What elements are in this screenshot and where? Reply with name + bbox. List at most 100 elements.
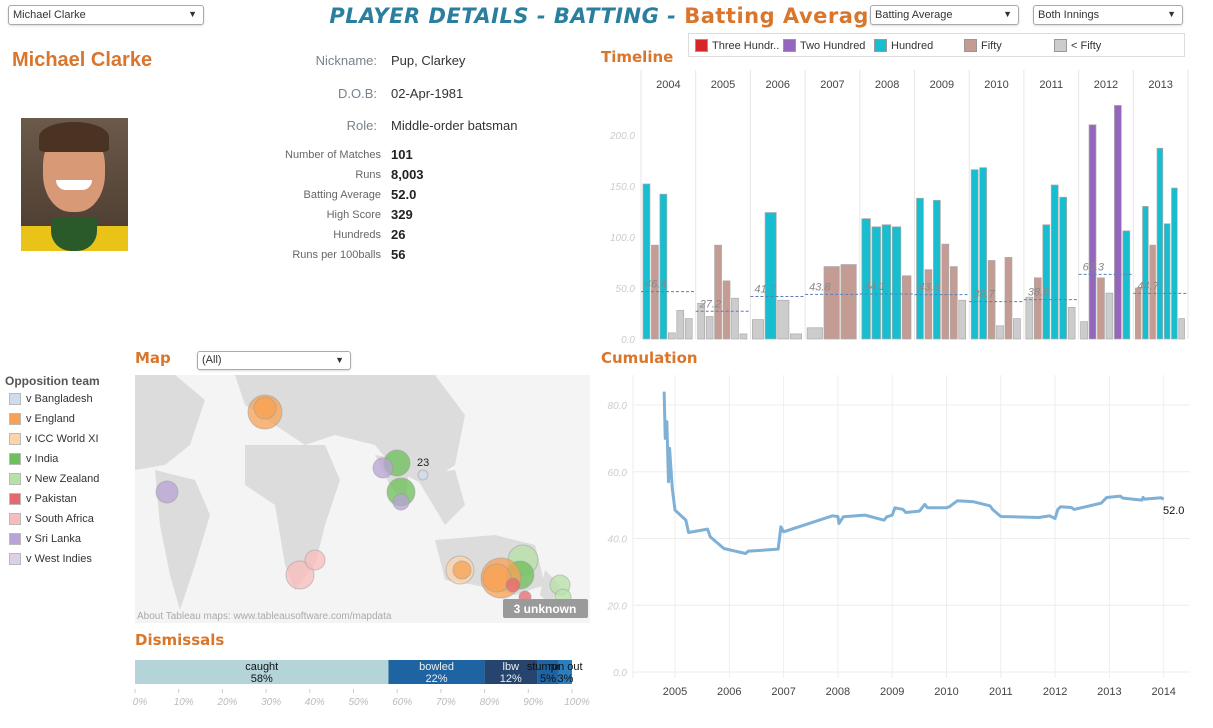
innings-bar: [1163, 223, 1171, 340]
opposition-item[interactable]: v New Zealand: [9, 473, 99, 485]
stat-label: Runs per 100balls: [292, 249, 381, 261]
year-header: 2005: [711, 79, 735, 91]
innings-bar: [1013, 318, 1021, 340]
innings-bar: [970, 169, 979, 340]
opposition-item[interactable]: v India: [9, 453, 58, 465]
legend-item[interactable]: Two Hundred: [783, 39, 865, 52]
innings-bar: [739, 333, 748, 340]
innings-bar: [752, 319, 764, 340]
legend-swatch: [9, 513, 21, 525]
y-tick-label: 150.0: [610, 182, 635, 193]
legend-swatch: [783, 39, 796, 52]
map-attribution[interactable]: About Tableau maps: www.tableausoftware.…: [137, 611, 392, 622]
opposition-item[interactable]: v England: [9, 413, 75, 425]
innings-bar: [958, 299, 967, 340]
map-title: Map: [135, 349, 171, 367]
stat-label: Hundreds: [333, 229, 381, 241]
x-tick-label: 20%: [216, 697, 237, 708]
stat-label: Runs: [355, 169, 381, 181]
innings-bar: [667, 332, 676, 340]
player-photo: [21, 118, 128, 251]
map-filter-select[interactable]: (All) ▼: [197, 351, 351, 370]
year-header: 2007: [820, 79, 844, 91]
opposition-item[interactable]: v West Indies: [9, 553, 92, 565]
y-tick-label: 80.0: [608, 401, 628, 412]
y-tick-label: 200.0: [609, 131, 635, 142]
legend-item[interactable]: Fifty: [964, 39, 1002, 52]
average-label: 43.5: [919, 282, 941, 294]
innings-bar: [1050, 184, 1059, 340]
innings-bar: [1067, 307, 1076, 340]
innings-bar: [676, 310, 685, 340]
legend-item[interactable]: Hundred: [874, 39, 933, 52]
cumulation-title: Cumulation: [601, 349, 698, 367]
end-value-label: 52.0: [1163, 505, 1184, 517]
opposition-item[interactable]: v South Africa: [9, 513, 94, 525]
x-tick-label: 60%: [392, 697, 412, 708]
dismissal-label: caught: [245, 661, 278, 673]
innings-bar: [731, 297, 739, 340]
legend-label: < Fifty: [1071, 39, 1102, 52]
average-label: 38.6: [1028, 287, 1050, 299]
innings-bar: [1142, 206, 1149, 340]
stat-value: 8,003: [391, 167, 424, 182]
innings-bar: [949, 266, 958, 340]
legend-swatch: [964, 39, 977, 52]
innings-bar: [902, 275, 912, 340]
innings-select[interactable]: Both Innings ▼: [1033, 5, 1183, 25]
x-tick-label: 50%: [348, 697, 368, 708]
stat-label: Number of Matches: [285, 149, 381, 161]
x-tick-label: 2012: [1043, 686, 1067, 698]
opposition-label: v New Zealand: [26, 473, 100, 485]
opposition-item[interactable]: v Pakistan: [9, 493, 77, 505]
legend-label: Fifty: [981, 39, 1002, 52]
player-name: Michael Clarke: [12, 49, 153, 71]
y-tick-label: 0.0: [613, 668, 627, 679]
opposition-title: Opposition team: [5, 374, 100, 388]
innings-bar: [1004, 257, 1013, 340]
legend-label: Hundred: [891, 39, 934, 52]
average-label: 41.7: [754, 283, 776, 295]
innings-bar: [933, 199, 941, 340]
y-tick-label: 60.0: [608, 468, 628, 479]
opposition-label: v Pakistan: [26, 493, 77, 505]
legend-swatch: [9, 553, 21, 565]
innings-bar: [1025, 296, 1034, 340]
map-bubble: [505, 577, 521, 593]
y-tick-label: 50.0: [616, 284, 636, 295]
innings-bar: [1178, 318, 1185, 340]
x-tick-label: 2008: [826, 686, 850, 698]
legend-item[interactable]: Three Hundr..: [695, 39, 779, 52]
innings-bar: [996, 325, 1004, 340]
innings-bar: [823, 266, 840, 340]
opposition-label: v South Africa: [26, 513, 94, 525]
opposition-label: v ICC World XI: [26, 433, 99, 445]
x-tick-label: 2005: [663, 686, 687, 698]
stat-label: High Score: [326, 209, 381, 221]
legend-item[interactable]: < Fifty: [1054, 39, 1101, 52]
opposition-label: v Bangladesh: [26, 393, 93, 405]
innings-bar: [659, 193, 668, 340]
map-bubble: [392, 493, 410, 511]
title-metric: Batting Average: [684, 4, 884, 28]
role-label: Role:: [346, 118, 377, 133]
y-tick-label: 40.0: [608, 535, 628, 546]
map-view[interactable]: 23 About Tableau maps: www.tableausoftwa…: [135, 375, 590, 623]
nickname-label: Nickname:: [315, 53, 377, 68]
map-bubble: [253, 396, 277, 420]
y-tick-label: 20.0: [607, 601, 628, 612]
year-header: 2009: [930, 79, 954, 91]
innings-bar: [684, 318, 693, 340]
year-header: 2011: [1039, 79, 1063, 91]
dismissal-pct: 12%: [500, 673, 522, 685]
innings-bar: [1097, 277, 1105, 340]
innings-bar: [1080, 321, 1088, 340]
nickname-value: Pup, Clarkey: [391, 53, 466, 68]
map-bubble: [372, 457, 394, 479]
x-tick-label: 10%: [174, 697, 194, 708]
stat-value: 52.0: [391, 187, 417, 202]
metric-select[interactable]: Batting Average ▼: [870, 5, 1019, 25]
opposition-item[interactable]: v Sri Lanka: [9, 533, 81, 545]
opposition-item[interactable]: v Bangladesh: [9, 393, 93, 405]
opposition-item[interactable]: v ICC World XI: [9, 433, 99, 445]
